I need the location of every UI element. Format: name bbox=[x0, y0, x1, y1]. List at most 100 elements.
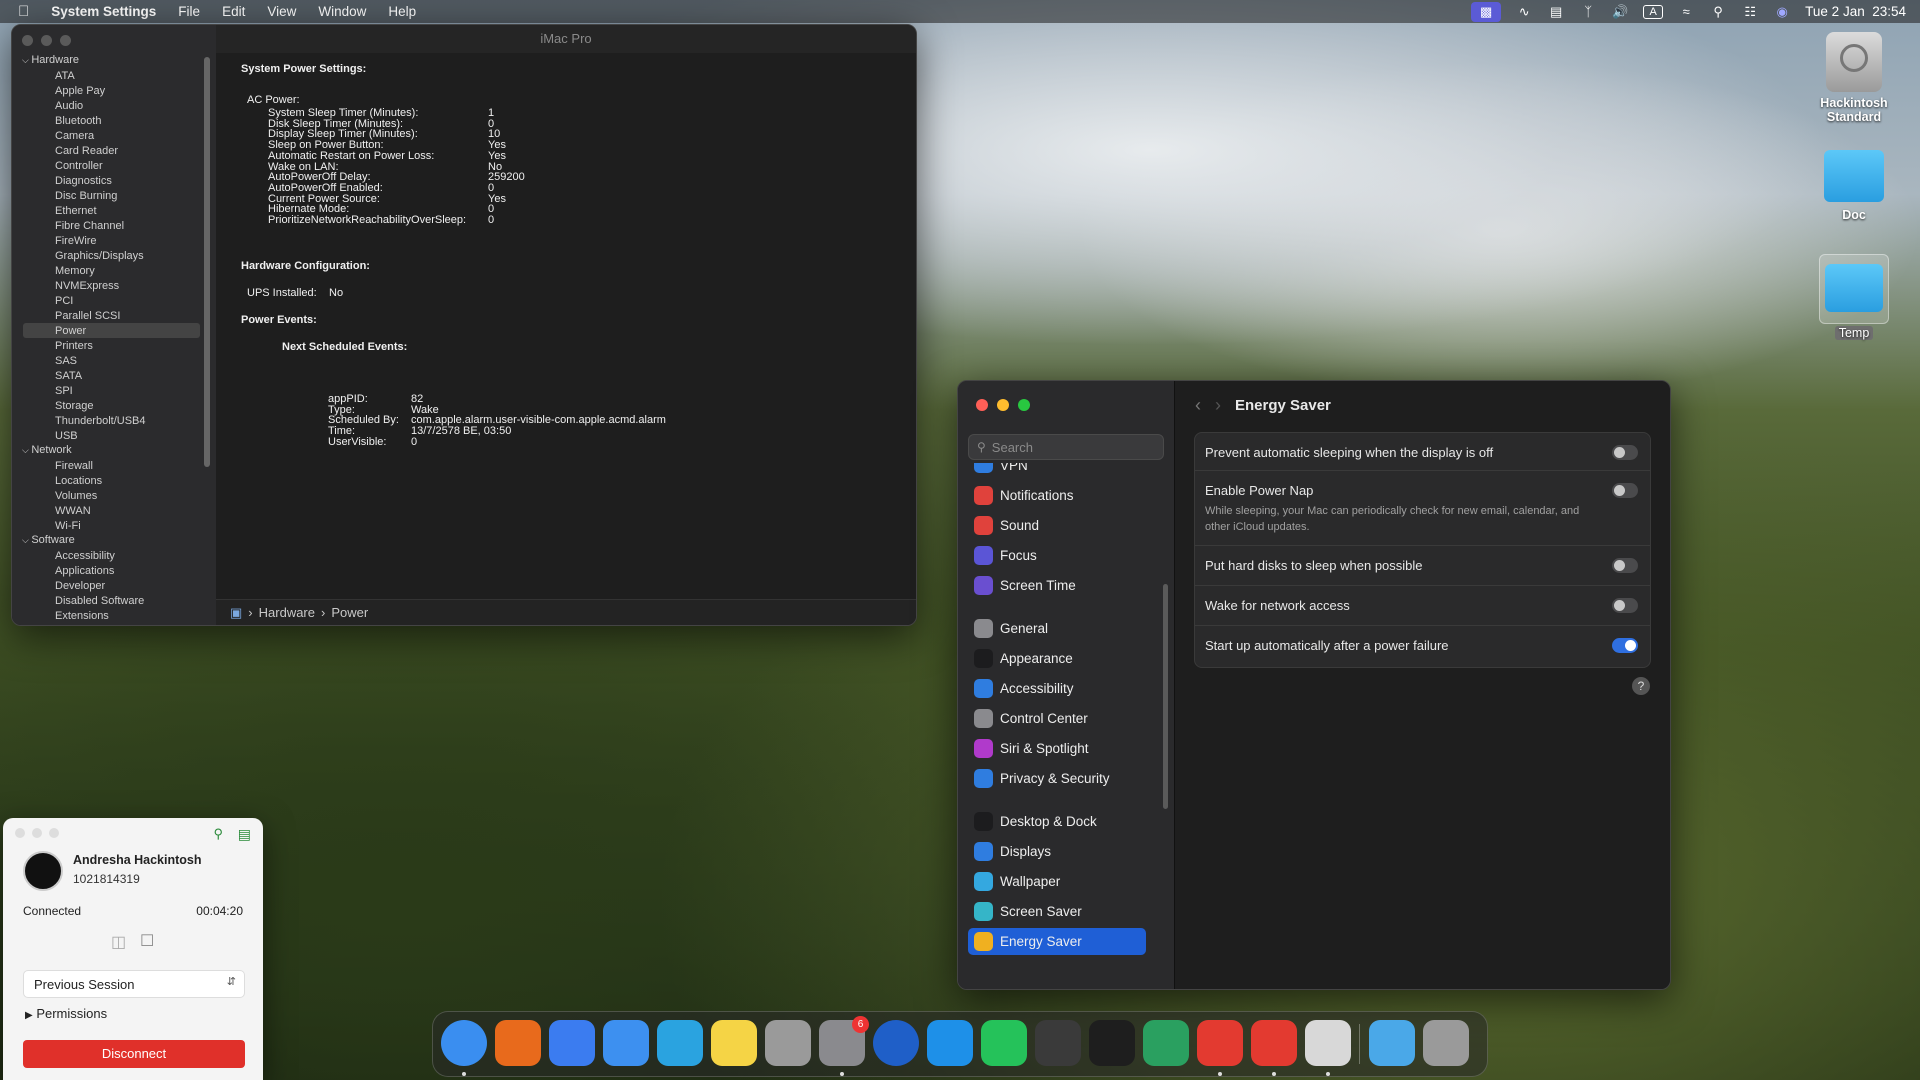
sidebar-item-desktop-dock[interactable]: Desktop & Dock bbox=[968, 808, 1146, 835]
tree-item[interactable]: Audio bbox=[12, 98, 216, 113]
finder-icon[interactable] bbox=[441, 1020, 487, 1066]
tree-item[interactable]: Card Reader bbox=[12, 143, 216, 158]
tree-item[interactable]: ATA bbox=[12, 68, 216, 83]
wifi-icon[interactable]: ≈ bbox=[1677, 4, 1695, 19]
close-button[interactable] bbox=[15, 828, 25, 838]
control-center-icon[interactable]: ☷ bbox=[1741, 4, 1759, 19]
back-icon[interactable]: ‹ bbox=[1195, 395, 1201, 416]
screen-sharing-icon[interactable]: ▩ bbox=[1471, 1, 1502, 22]
sidebar-item-focus[interactable]: Focus bbox=[968, 542, 1146, 569]
minimize-button[interactable] bbox=[41, 35, 52, 46]
tree-item[interactable]: FireWire bbox=[12, 233, 216, 248]
sidebar-item-screen-saver[interactable]: Screen Saver bbox=[968, 898, 1146, 925]
tree-item[interactable]: Thunderbolt/USB4 bbox=[12, 413, 216, 428]
option-toggle[interactable] bbox=[1612, 598, 1638, 613]
volume-icon[interactable]: 🔊 bbox=[1611, 4, 1629, 19]
chevron-down-icon[interactable]: ⌵ bbox=[22, 55, 31, 65]
launchpad-icon[interactable] bbox=[765, 1020, 811, 1066]
tree-group[interactable]: ⌵ Software bbox=[12, 533, 216, 548]
permissions-toggle[interactable]: ▶ Permissions bbox=[25, 1006, 107, 1021]
tree-item[interactable]: SPI bbox=[12, 383, 216, 398]
tree-item[interactable]: SATA bbox=[12, 368, 216, 383]
search-field[interactable]: ⚲ Search bbox=[968, 434, 1164, 460]
anydesk-icon[interactable] bbox=[1197, 1020, 1243, 1066]
zoom-button[interactable] bbox=[49, 828, 59, 838]
tree-item[interactable]: Controller bbox=[12, 158, 216, 173]
tree-item[interactable]: Bluetooth bbox=[12, 113, 216, 128]
sidebar-item-accessibility[interactable]: Accessibility bbox=[968, 675, 1146, 702]
tree-item[interactable]: Memory bbox=[12, 263, 216, 278]
option-toggle[interactable] bbox=[1612, 483, 1638, 498]
tree-group[interactable]: ⌵ Hardware bbox=[12, 53, 216, 68]
firefox-icon[interactable] bbox=[495, 1020, 541, 1066]
tree-item[interactable]: Disc Burning bbox=[12, 188, 216, 203]
tree-item[interactable]: Fibre Channel bbox=[12, 218, 216, 233]
sidebar-item-appearance[interactable]: Appearance bbox=[968, 645, 1146, 672]
desktop-icon-doc[interactable]: Doc bbox=[1814, 150, 1894, 222]
sidebar-item-notifications[interactable]: Notifications bbox=[968, 482, 1146, 509]
tree-item[interactable]: Firewall bbox=[12, 458, 216, 473]
sidebar-scrollbar[interactable] bbox=[204, 57, 210, 467]
network-icon[interactable] bbox=[1143, 1020, 1189, 1066]
zoom-button[interactable] bbox=[60, 35, 71, 46]
forward-icon[interactable]: › bbox=[1215, 395, 1221, 416]
input-source-icon[interactable]: A bbox=[1643, 4, 1664, 19]
tree-item[interactable]: Printers bbox=[12, 338, 216, 353]
tree-item[interactable]: Volumes bbox=[12, 488, 216, 503]
tree-group[interactable]: ⌵ Network bbox=[12, 443, 216, 458]
sidebar-item-general[interactable]: General bbox=[968, 615, 1146, 642]
tree-item[interactable]: Extensions bbox=[12, 608, 216, 623]
telegram-icon[interactable] bbox=[657, 1020, 703, 1066]
menu-help[interactable]: Help bbox=[377, 4, 427, 19]
shortcuts-icon[interactable] bbox=[549, 1020, 595, 1066]
tree-item[interactable]: PCI bbox=[12, 293, 216, 308]
session-select[interactable]: Previous Session ⇵ bbox=[23, 970, 245, 998]
file-transfer-icon[interactable]: ◫ bbox=[111, 932, 126, 952]
mail-icon[interactable] bbox=[603, 1020, 649, 1066]
menu-file[interactable]: File bbox=[167, 4, 211, 19]
drive-icon[interactable]: ▤ bbox=[1547, 4, 1565, 19]
path-hardware[interactable]: Hardware bbox=[259, 605, 315, 620]
siri-icon[interactable]: ◉ bbox=[1773, 4, 1791, 19]
activity-monitor-icon[interactable]: ∿ bbox=[1515, 4, 1533, 19]
path-power[interactable]: Power bbox=[331, 605, 368, 620]
chevron-down-icon[interactable]: ⌵ bbox=[22, 535, 31, 545]
automator-icon[interactable] bbox=[1305, 1020, 1351, 1066]
minimize-button[interactable] bbox=[997, 399, 1009, 411]
sidebar-item-wallpaper[interactable]: Wallpaper bbox=[968, 868, 1146, 895]
desktop-icon-temp[interactable]: Temp bbox=[1814, 254, 1894, 340]
chat-icon[interactable]: ▤ bbox=[238, 826, 251, 843]
tree-item[interactable]: Locations bbox=[12, 473, 216, 488]
close-button[interactable] bbox=[976, 399, 988, 411]
trash-icon[interactable] bbox=[1423, 1020, 1469, 1066]
option-toggle[interactable] bbox=[1612, 445, 1638, 460]
anydesk-2-icon[interactable] bbox=[1251, 1020, 1297, 1066]
tree-item[interactable]: Storage bbox=[12, 398, 216, 413]
system-settings-icon[interactable]: 6 bbox=[819, 1016, 869, 1066]
bluetooth-icon[interactable]: ᛉ bbox=[1579, 4, 1597, 19]
menu-clock[interactable]: Tue 2 Jan 23:54 bbox=[1805, 4, 1906, 19]
sidebar-item-privacy-security[interactable]: Privacy & Security bbox=[968, 765, 1146, 792]
calculator-icon[interactable] bbox=[1035, 1020, 1081, 1066]
sidebar-item-vpn[interactable]: VPN bbox=[968, 463, 1146, 473]
message-icon[interactable]: ☐ bbox=[140, 931, 154, 951]
tree-item[interactable]: Developer bbox=[12, 578, 216, 593]
chevron-down-icon[interactable]: ⌵ bbox=[22, 445, 31, 455]
help-button[interactable]: ? bbox=[1632, 677, 1650, 695]
tree-item[interactable]: WWAN bbox=[12, 503, 216, 518]
option-toggle[interactable] bbox=[1612, 638, 1638, 653]
tree-item[interactable]: Disabled Software bbox=[12, 593, 216, 608]
tree-item[interactable]: Applications bbox=[12, 563, 216, 578]
tree-item[interactable]: Apple Pay bbox=[12, 83, 216, 98]
sidebar-item-energy-saver[interactable]: Energy Saver bbox=[968, 928, 1146, 955]
tree-item[interactable]: USB bbox=[12, 428, 216, 443]
tree-item[interactable]: Parallel SCSI bbox=[12, 308, 216, 323]
sidebar-item-siri-spotlight[interactable]: Siri & Spotlight bbox=[968, 735, 1146, 762]
sidebar-item-displays[interactable]: Displays bbox=[968, 838, 1146, 865]
tree-item[interactable]: Power bbox=[23, 323, 200, 338]
menu-app-name[interactable]: System Settings bbox=[40, 4, 167, 19]
downloads-icon[interactable] bbox=[1369, 1020, 1415, 1066]
disconnect-button[interactable]: Disconnect bbox=[23, 1040, 245, 1068]
tree-item[interactable]: Accessibility bbox=[12, 548, 216, 563]
apple-menu-icon[interactable]:  bbox=[0, 3, 40, 20]
